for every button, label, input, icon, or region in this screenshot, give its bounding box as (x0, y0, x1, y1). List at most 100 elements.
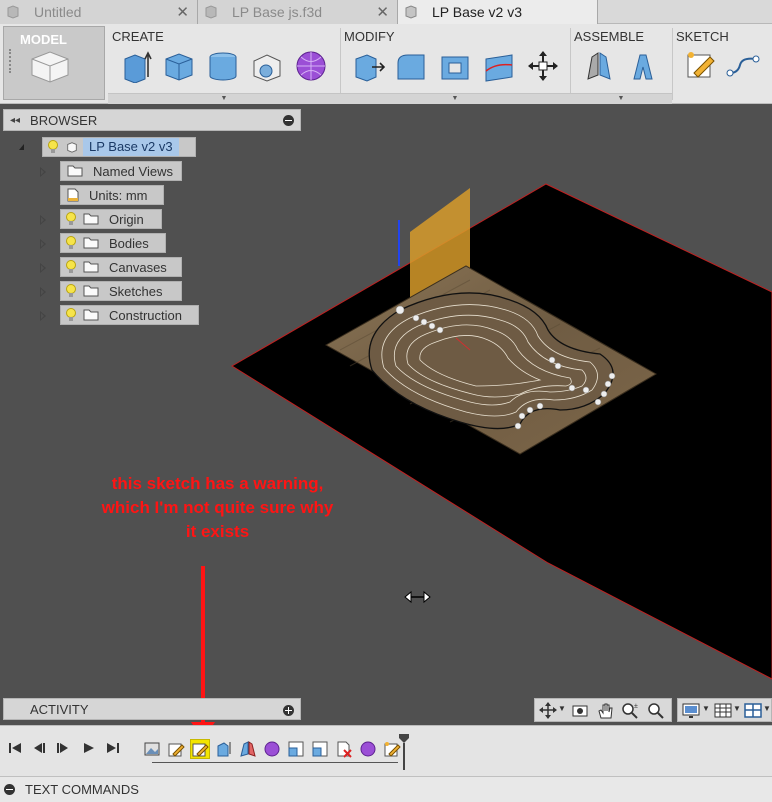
split-body-feature-icon[interactable] (239, 740, 257, 758)
expand-arrow-icon[interactable] (40, 167, 46, 177)
joint-icon[interactable] (626, 49, 660, 83)
create-sketch-icon[interactable] (684, 49, 718, 83)
sketch-warning-feature-icon[interactable] (190, 739, 210, 759)
folder-icon (83, 261, 99, 273)
delete-face-feature-icon[interactable] (335, 740, 353, 758)
browser-item-named-views[interactable]: Named Views (60, 161, 182, 181)
tab-lp-base-v2-v3[interactable]: LP Base v2 v3 (398, 0, 598, 24)
form-feature-icon[interactable] (359, 740, 377, 758)
folder-icon (83, 213, 99, 225)
expand-panel-icon[interactable] (283, 705, 294, 716)
expand-arrow-icon[interactable] (40, 215, 46, 225)
step-forward-icon[interactable] (82, 741, 96, 755)
expand-arrow-icon[interactable] (40, 263, 46, 273)
canvas-feature-icon[interactable] (143, 740, 161, 758)
browser-root-node[interactable]: LP Base v2 v3 (42, 137, 196, 157)
visibility-bulb-icon[interactable] (65, 212, 77, 226)
document-icon (205, 5, 217, 19)
collapse-arrow-icon[interactable] (19, 144, 24, 150)
minimize-icon[interactable] (283, 115, 294, 126)
browser-item-origin[interactable]: Origin (60, 209, 162, 229)
offset-plane-feature-icon[interactable] (311, 740, 329, 758)
visibility-bulb-icon[interactable] (65, 260, 77, 274)
browser-item-construction[interactable]: Construction (60, 305, 199, 325)
text-commands-bar[interactable]: TEXT COMMANDS (0, 776, 772, 802)
expand-arrow-icon[interactable] (40, 287, 46, 297)
visibility-bulb-icon[interactable] (47, 140, 59, 154)
sketch-group-title: SKETCH (676, 29, 729, 44)
offset-plane-feature-icon[interactable] (287, 740, 305, 758)
document-icon (7, 5, 19, 19)
browser-panel-header[interactable]: ◂◂ BROWSER (3, 109, 301, 131)
form-feature-icon[interactable] (263, 740, 281, 758)
press-pull-icon[interactable] (352, 49, 386, 83)
create-group-title: CREATE (112, 29, 164, 44)
browser-item-units[interactable]: Units: mm (60, 185, 164, 205)
activity-panel-header[interactable]: ACTIVITY (3, 698, 301, 720)
box-icon[interactable] (162, 49, 196, 83)
assemble-group-title: ASSEMBLE (574, 29, 645, 44)
minimize-icon[interactable] (4, 784, 15, 795)
resize-cursor-icon (404, 590, 431, 604)
viewports-icon[interactable] (744, 702, 762, 719)
close-icon[interactable]: ✕ (376, 3, 389, 21)
step-back-icon[interactable] (32, 741, 46, 755)
new-component-icon[interactable] (582, 49, 616, 83)
folder-icon (83, 237, 99, 249)
create-dropdown-arrow[interactable]: ▼ (108, 93, 340, 104)
timeline-track (152, 762, 398, 763)
workspace-switcher[interactable]: MODEL (3, 26, 105, 100)
browser-item-canvases[interactable]: Canvases (60, 257, 182, 277)
visibility-bulb-icon[interactable] (65, 308, 77, 322)
display-settings-icon[interactable] (682, 702, 700, 719)
zoom-fit-icon[interactable] (647, 702, 665, 719)
text-commands-title: TEXT COMMANDS (25, 782, 139, 797)
spline-icon[interactable] (726, 49, 760, 83)
shell-icon[interactable] (438, 49, 472, 83)
orbit-icon[interactable] (539, 702, 557, 719)
chevron-down-icon[interactable]: ▼ (733, 704, 741, 713)
look-at-icon[interactable] (571, 702, 589, 719)
folder-icon (83, 285, 99, 297)
chevron-down-icon[interactable]: ▼ (558, 704, 566, 713)
browser-item-label: Named Views (93, 163, 173, 179)
browser-item-sketches[interactable]: Sketches (60, 281, 182, 301)
play-icon[interactable] (56, 741, 70, 755)
browser-item-label: Construction (109, 307, 182, 323)
chevron-down-icon[interactable]: ▼ (702, 704, 710, 713)
modify-group-title: MODIFY (344, 29, 395, 44)
workspace-label: MODEL (20, 32, 67, 47)
close-icon[interactable]: ✕ (176, 3, 189, 21)
form-sphere-icon[interactable] (294, 49, 328, 83)
chevron-down-icon[interactable]: ▼ (763, 704, 771, 713)
visibility-bulb-icon[interactable] (65, 284, 77, 298)
fillet-icon[interactable] (394, 49, 428, 83)
go-to-end-icon[interactable] (106, 741, 120, 755)
coil-body-icon[interactable] (250, 49, 284, 83)
extrude-feature-icon[interactable] (215, 740, 233, 758)
tab-lp-base-js[interactable]: LP Base js.f3d ✕ (198, 0, 398, 24)
modify-group: MODIFY ▼ (340, 24, 570, 104)
timeline-marker-icon[interactable] (398, 734, 410, 770)
root-component-name[interactable]: LP Base v2 v3 (83, 138, 179, 156)
go-to-start-icon[interactable] (8, 741, 22, 755)
sketch-feature-icon[interactable] (167, 740, 185, 758)
modify-dropdown-arrow[interactable]: ▼ (340, 93, 570, 104)
browser-item-label: Sketches (109, 283, 163, 299)
zoom-window-icon[interactable]: ± (621, 702, 639, 719)
pan-hand-icon[interactable] (596, 702, 614, 719)
browser-item-label: Canvases (109, 259, 167, 275)
browser-item-bodies[interactable]: Bodies (60, 233, 166, 253)
grid-settings-icon[interactable] (714, 702, 732, 719)
assemble-dropdown-arrow[interactable]: ▼ (570, 93, 672, 104)
visibility-bulb-icon[interactable] (65, 236, 77, 250)
move-icon[interactable] (526, 49, 560, 83)
tab-untitled[interactable]: Untitled ✕ (0, 0, 198, 24)
extrude-icon[interactable] (120, 49, 154, 83)
expand-arrow-icon[interactable] (40, 239, 46, 249)
collapse-panel-icon[interactable]: ◂◂ (10, 115, 20, 126)
cylinder-icon[interactable] (206, 49, 240, 83)
split-face-icon[interactable] (482, 49, 516, 83)
tab-label: LP Base v2 v3 (432, 4, 523, 20)
expand-arrow-icon[interactable] (40, 311, 46, 321)
